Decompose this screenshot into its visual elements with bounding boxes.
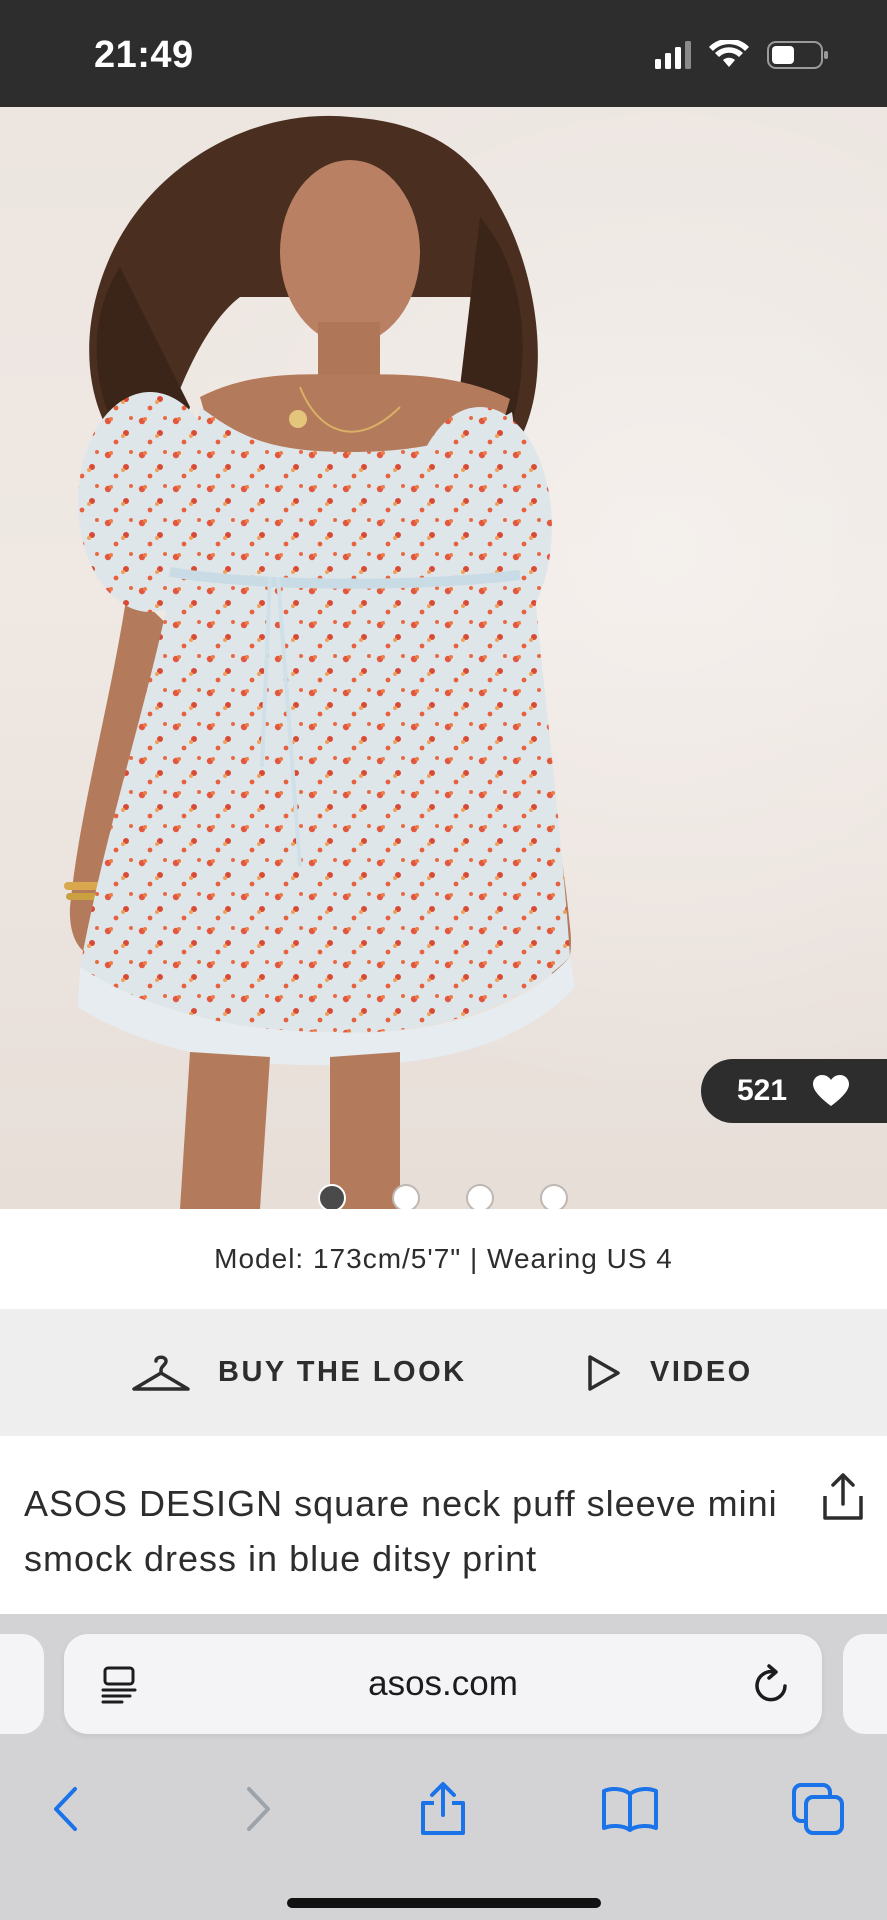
bookmarks-icon	[602, 1787, 658, 1832]
heart-icon	[813, 1075, 850, 1106]
product-title: ASOS DESIGN square neck puff sleeve mini…	[24, 1483, 778, 1579]
home-indicator[interactable]	[287, 1898, 601, 1908]
url-text: asos.com	[368, 1664, 518, 1703]
tabs-icon	[792, 1783, 844, 1835]
forward-button[interactable]	[218, 1764, 298, 1854]
carousel-dot[interactable]	[392, 1184, 420, 1209]
tabs-button[interactable]	[778, 1764, 858, 1854]
back-arrow-icon	[54, 1787, 77, 1831]
address-bar[interactable]: asos.com	[64, 1634, 822, 1734]
buy-the-look-button[interactable]: BUY THE LOOK	[132, 1309, 467, 1436]
browser-chrome: asos.com	[0, 1614, 887, 1920]
wifi-icon	[709, 40, 749, 67]
video-button[interactable]: VIDEO	[586, 1309, 753, 1436]
status-icons	[655, 40, 829, 70]
hanger-icon	[132, 1355, 190, 1391]
share-icon	[823, 1473, 863, 1520]
action-bar: BUY THE LOOK VIDEO	[0, 1309, 887, 1436]
previous-tab-preview[interactable]	[0, 1634, 44, 1734]
browser-share-button[interactable]	[403, 1764, 483, 1854]
buy-the-look-label: BUY THE LOOK	[218, 1356, 467, 1388]
bookmarks-button[interactable]	[590, 1764, 670, 1854]
battery-icon	[767, 41, 828, 69]
cellular-signal-icon	[655, 41, 691, 69]
next-tab-preview[interactable]	[843, 1634, 887, 1734]
carousel-dot[interactable]	[540, 1184, 568, 1209]
forward-arrow-icon	[247, 1787, 270, 1831]
video-label: VIDEO	[650, 1356, 753, 1388]
back-button[interactable]	[26, 1764, 106, 1854]
share-product-button[interactable]	[821, 1472, 865, 1527]
status-bar: 21:49	[0, 0, 887, 107]
reload-icon[interactable]	[752, 1664, 792, 1706]
like-button[interactable]: 521	[701, 1059, 887, 1123]
model-photo-illustration	[64, 115, 575, 1209]
product-image[interactable]: 521	[0, 107, 887, 1209]
share-icon	[421, 1782, 465, 1835]
like-count: 521	[737, 1074, 788, 1107]
carousel-dot[interactable]	[318, 1184, 346, 1209]
carousel-dots[interactable]	[318, 1184, 568, 1209]
browser-toolbar	[0, 1764, 887, 1854]
carousel-dot[interactable]	[466, 1184, 494, 1209]
product-title-area: ASOS DESIGN square neck puff sleeve mini…	[0, 1436, 887, 1614]
model-info: Model: 173cm/5'7" | Wearing US 4	[0, 1209, 887, 1309]
status-time: 21:49	[94, 34, 194, 76]
play-icon	[588, 1354, 620, 1391]
